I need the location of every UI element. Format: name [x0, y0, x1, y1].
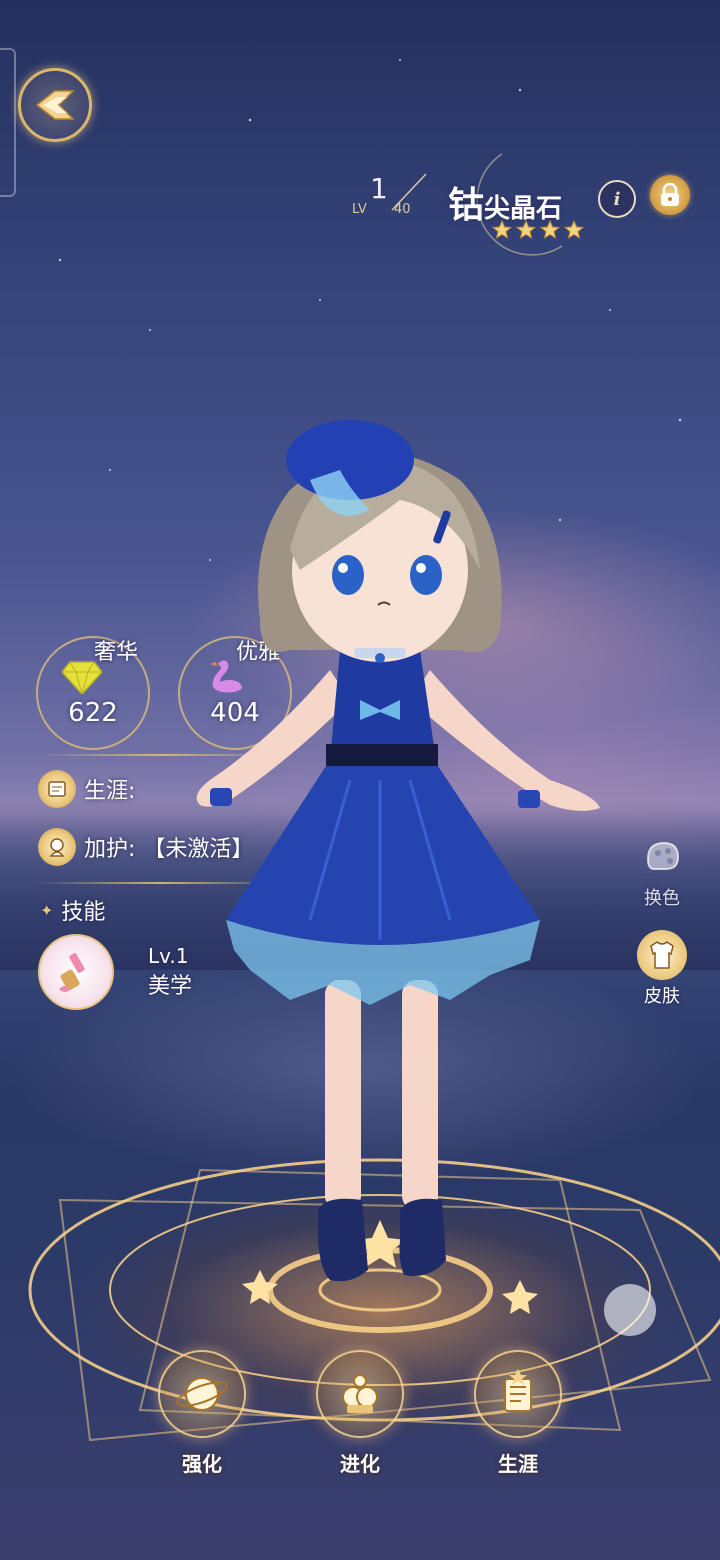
career-icon [474, 1350, 562, 1438]
skill-header: ✦ 技能 [40, 894, 105, 926]
skin-button[interactable]: 皮肤 [622, 930, 702, 1008]
career-nav-label: 生涯 [498, 1452, 538, 1476]
evolve-label: 进化 [340, 1452, 380, 1476]
evolve-button[interactable]: 进化 [310, 1350, 410, 1477]
career-label: 生涯: [84, 779, 136, 804]
stat-luxury-value: 622 [68, 698, 118, 728]
back-button[interactable] [18, 68, 92, 142]
dye-button[interactable]: 换色 [622, 832, 702, 910]
level-max: 40 [394, 202, 411, 217]
career-nav-button[interactable]: 生涯 [468, 1350, 568, 1477]
stat-luxury: 奢华 622 [36, 636, 150, 750]
wing-back-icon [35, 90, 75, 120]
dye-label: 换色 [644, 888, 680, 909]
enhance-label: 强化 [182, 1452, 222, 1476]
skin-icon [637, 930, 687, 980]
star-icon [540, 220, 560, 240]
star-icon [516, 220, 536, 240]
star-icon [564, 220, 584, 240]
spirit-icon [38, 828, 76, 866]
character-figure [196, 420, 600, 1282]
star-rating [492, 220, 584, 240]
info-icon: i [613, 188, 621, 210]
info-button[interactable]: i [598, 180, 636, 218]
paintbrush-icon [59, 953, 85, 992]
sparkle-icon: ✦ [40, 900, 54, 920]
star-icon [492, 220, 512, 240]
skin-label: 皮肤 [644, 986, 680, 1007]
career-row[interactable]: 生涯: [38, 770, 135, 808]
level-indicator: 1 LV 40 [352, 172, 432, 222]
lock-icon [661, 183, 679, 206]
skill-slot[interactable] [38, 934, 114, 1010]
lock-button[interactable] [650, 175, 690, 215]
skill-header-label: 技能 [61, 900, 106, 925]
side-tab-edge[interactable] [0, 48, 16, 197]
dye-icon [637, 832, 687, 882]
character-name-main: 钴 [448, 185, 485, 226]
career-badge-icon [38, 770, 76, 808]
evolve-icon [316, 1350, 404, 1438]
protect-label: 加护: [84, 837, 136, 862]
enhance-button[interactable]: 强化 [152, 1350, 252, 1477]
enhance-icon [158, 1350, 246, 1438]
stat-luxury-label: 奢华 [94, 640, 139, 665]
level-prefix: LV [352, 202, 367, 217]
